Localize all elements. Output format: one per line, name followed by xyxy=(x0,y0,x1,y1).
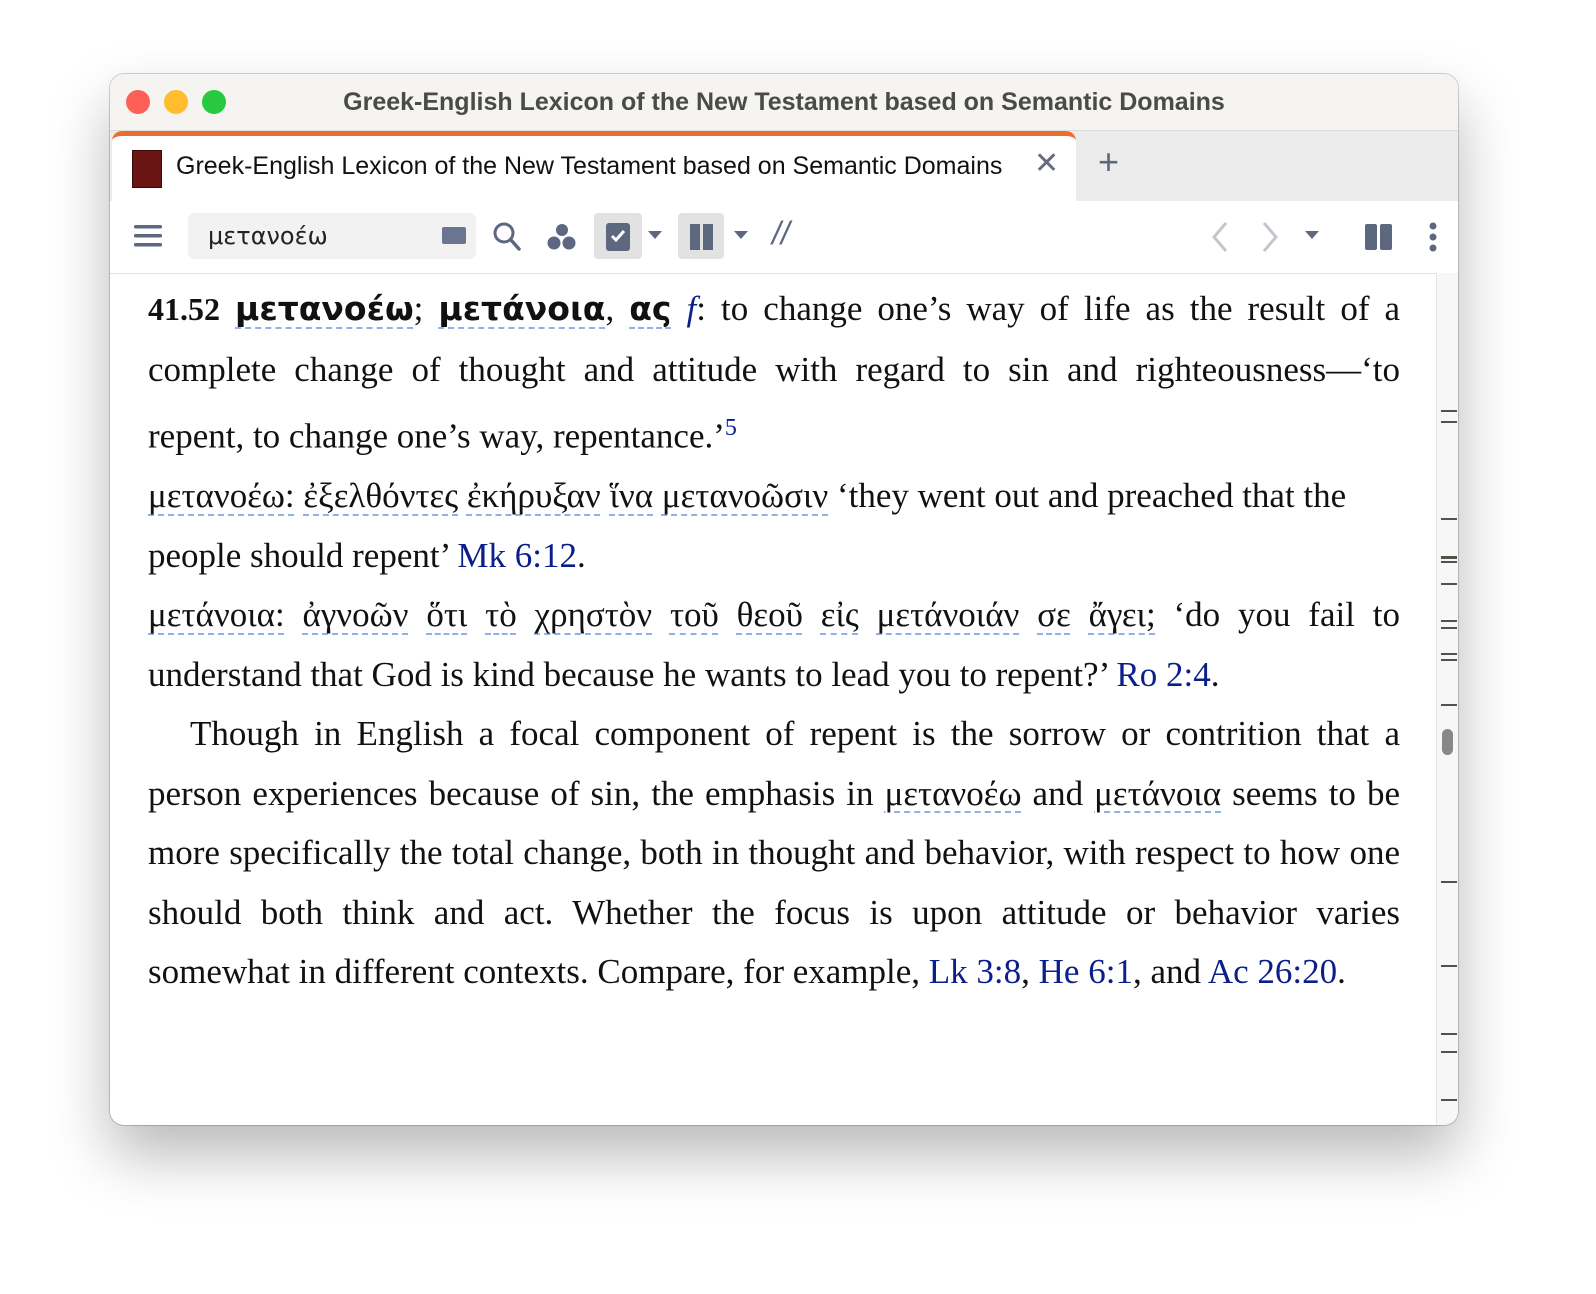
title-bar: Greek-English Lexicon of the New Testame… xyxy=(110,74,1458,131)
bible-reference-link[interactable]: Ac 26:20 xyxy=(1208,952,1337,991)
window-title: Greek-English Lexicon of the New Testame… xyxy=(343,88,1225,116)
back-icon[interactable] xyxy=(1210,221,1230,253)
greek-word[interactable]: ἐξελθόντες xyxy=(303,476,458,515)
punct: . xyxy=(577,535,586,575)
book-check-icon xyxy=(606,223,630,251)
discussion-paragraph: Though in English a focal component of r… xyxy=(148,704,1400,1002)
search-box xyxy=(188,213,476,259)
search-input[interactable] xyxy=(206,221,430,251)
tab-lexicon[interactable]: Greek-English Lexicon of the New Testame… xyxy=(112,131,1076,201)
menu-icon[interactable] xyxy=(134,223,164,249)
scrollbar[interactable] xyxy=(1436,273,1458,1125)
app-window: Greek-English Lexicon of the New Testame… xyxy=(110,74,1458,1125)
headword[interactable]: μετανοέω xyxy=(235,289,414,328)
greek-word[interactable]: εἰς xyxy=(821,595,859,634)
tab-label: Greek-English Lexicon of the New Testame… xyxy=(176,152,1003,180)
bible-reference-link[interactable]: Lk 3:8 xyxy=(929,952,1021,991)
scroll-thumb[interactable] xyxy=(1442,729,1453,755)
lexicon-entry: 41.52 μετανοέω; μετάνοια, ας f: to chang… xyxy=(148,279,1400,1002)
close-tab-icon[interactable]: ✕ xyxy=(1034,146,1059,181)
greek-word[interactable]: μετανοῶσιν xyxy=(662,476,828,515)
scroll-marker xyxy=(1441,421,1457,423)
scroll-marker xyxy=(1441,620,1457,622)
punct: . xyxy=(1210,654,1220,694)
keyboard-icon[interactable] xyxy=(442,227,466,244)
scroll-marker xyxy=(1441,965,1457,967)
scroll-marker xyxy=(1441,518,1457,520)
scroll-marker xyxy=(1441,881,1457,883)
example-label[interactable]: μετανοέω: xyxy=(148,476,295,515)
scroll-marker xyxy=(1441,627,1457,629)
gender-abbrev[interactable]: f xyxy=(687,289,697,328)
scroll-marker xyxy=(1441,556,1457,559)
scroll-marker xyxy=(1441,583,1457,585)
scroll-marker xyxy=(1441,410,1457,412)
bible-reference-link[interactable]: He 6:1 xyxy=(1039,952,1133,991)
toolbar: // xyxy=(110,201,1458,274)
cluster-icon[interactable] xyxy=(546,223,578,253)
scroll-marker xyxy=(1441,659,1457,661)
reading-pane: 41.52 μετανοέω; μετάνοια, ας f: to chang… xyxy=(110,273,1437,1125)
book-icon xyxy=(132,150,162,188)
history-dropdown-icon[interactable] xyxy=(1305,231,1319,241)
more-options-icon[interactable] xyxy=(1428,221,1438,253)
dropdown-arrow-icon[interactable] xyxy=(648,231,662,241)
greek-word[interactable]: μετανοέω xyxy=(885,774,1022,813)
greek-word[interactable]: μετάνοιάν xyxy=(877,595,1020,634)
tab-bar: Greek-English Lexicon of the New Testame… xyxy=(110,131,1458,201)
greek-word[interactable]: ὅτι xyxy=(426,595,467,634)
entry-definition: 41.52 μετανοέω; μετάνοια, ας f: to chang… xyxy=(148,279,1400,466)
punct: , xyxy=(1021,952,1039,992)
scroll-marker xyxy=(1441,704,1457,706)
scroll-marker xyxy=(1441,1033,1457,1035)
entry-number: 41.52 xyxy=(148,291,220,327)
scroll-marker xyxy=(1441,1051,1457,1053)
dropdown-arrow-icon[interactable] xyxy=(734,231,748,241)
greek-word[interactable]: ἐκήρυξαν xyxy=(467,476,601,515)
columns-icon xyxy=(690,224,713,250)
greek-word[interactable]: θεοῦ xyxy=(737,595,803,634)
greek-word[interactable]: ἵνα xyxy=(610,476,654,515)
scroll-marker xyxy=(1441,561,1457,563)
separator: ; xyxy=(413,289,439,328)
paragraph-text: , and xyxy=(1132,952,1208,992)
greek-word[interactable]: σε xyxy=(1037,595,1071,634)
greek-word[interactable]: τὸ xyxy=(485,595,517,634)
parallel-resources-button[interactable]: // xyxy=(772,215,790,252)
separator: , xyxy=(605,289,630,328)
headword-ending[interactable]: ας xyxy=(629,289,671,328)
greek-word[interactable]: τοῦ xyxy=(670,595,719,634)
footnote-link[interactable]: 5 xyxy=(725,415,737,441)
example-1: μετανοέω: ἐξελθόντες ἐκήρυξαν ἵνα μετανο… xyxy=(148,466,1400,585)
example-2: μετάνοια: ἀγνοῶν ὅτι τὸ χρηστὸν τοῦ θεοῦ… xyxy=(148,585,1400,704)
bible-reference-link[interactable]: Mk 6:12 xyxy=(457,536,577,575)
example-label[interactable]: μετάνοια: xyxy=(148,595,285,634)
greek-word[interactable]: μετάνοια xyxy=(1094,774,1221,813)
scroll-marker xyxy=(1441,653,1457,655)
scroll-marker xyxy=(1441,1099,1457,1101)
forward-icon[interactable] xyxy=(1260,221,1280,253)
search-icon[interactable] xyxy=(492,221,522,253)
bible-reference-link[interactable]: Ro 2:4 xyxy=(1116,655,1210,694)
headword[interactable]: μετάνοια xyxy=(438,289,605,328)
greek-word[interactable]: χρηστὸν xyxy=(535,595,653,634)
greek-word[interactable]: ἀγνοῶν xyxy=(303,595,409,634)
greek-word[interactable]: ἄγει; xyxy=(1089,595,1156,634)
split-panel-icon[interactable] xyxy=(1364,223,1394,251)
paragraph-text: and xyxy=(1021,773,1095,813)
new-tab-button[interactable]: + xyxy=(1098,141,1119,183)
punct: . xyxy=(1337,952,1346,992)
